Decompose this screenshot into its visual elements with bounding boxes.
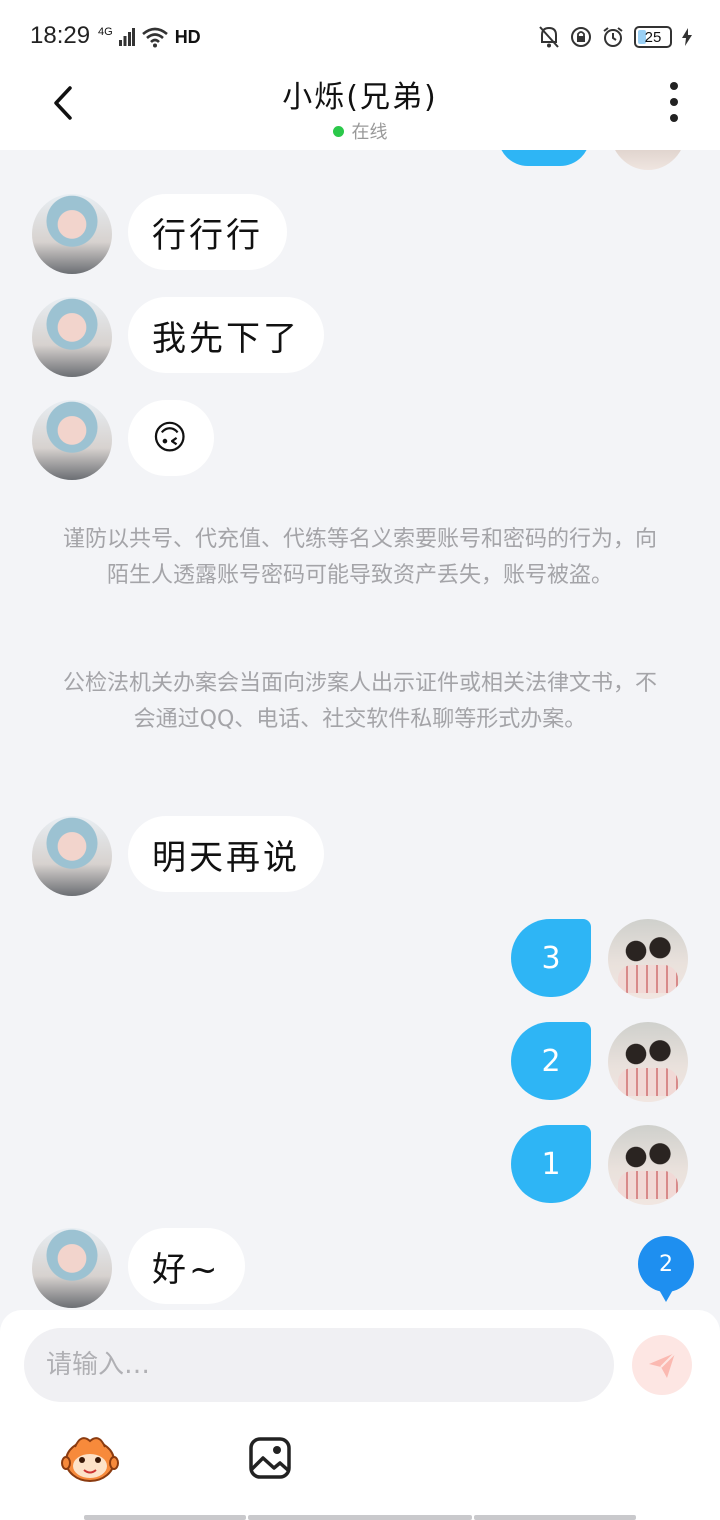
self-avatar[interactable] xyxy=(608,1125,688,1205)
status-left-icons: 4G HD xyxy=(98,24,201,50)
sticker-button[interactable] xyxy=(60,1428,120,1488)
message-bubble-outgoing[interactable]: 3 xyxy=(511,919,591,997)
nav-indicator xyxy=(248,1515,472,1520)
paper-plane-icon xyxy=(649,1352,676,1378)
charging-icon xyxy=(682,28,692,46)
online-dot-icon xyxy=(332,125,344,137)
more-dot-icon xyxy=(670,98,678,106)
security-notice-1: 谨防以共号、代充值、代练等名义索要账号和密码的行为，向陌生人透露账号密码可能导致… xyxy=(62,527,657,588)
message-bubble-outgoing-partial[interactable] xyxy=(498,150,590,166)
message-list[interactable]: 行行行 我先下了 🙃 谨防以共号、代充值、代练等名义索要账号和密码的行为，向陌生… xyxy=(0,150,720,1310)
more-options-button[interactable] xyxy=(662,82,686,122)
self-avatar-partial[interactable] xyxy=(610,150,686,170)
friend-avatar[interactable] xyxy=(32,1228,112,1308)
message-bubble-incoming[interactable]: 行行行 xyxy=(128,194,287,270)
status-time: 18:29 xyxy=(30,22,91,49)
bell-muted-icon xyxy=(539,26,559,48)
message-bubble-outgoing[interactable]: 1 xyxy=(511,1125,591,1203)
battery-level: 25 xyxy=(644,28,662,46)
wifi-icon xyxy=(141,27,168,48)
message-bubble-incoming[interactable]: 我先下了 xyxy=(128,297,324,373)
security-notice-2: 公检法机关办案会当面向涉案人出示证件或相关法律文书，不会通过QQ、电话、社交软件… xyxy=(62,671,657,732)
unread-badge[interactable]: 2 xyxy=(638,1236,694,1302)
friend-avatar[interactable] xyxy=(32,816,112,896)
message-bubble-incoming[interactable]: 🙃 xyxy=(128,400,215,476)
friend-avatar[interactable] xyxy=(32,194,112,274)
message-bubble-incoming[interactable]: 明天再说 xyxy=(128,816,324,892)
nav-indicator xyxy=(84,1515,246,1520)
alarm-icon xyxy=(603,27,623,47)
chat-header: 小烁(兄弟) 在线 xyxy=(0,72,720,150)
battery-icon: 25 xyxy=(634,26,672,48)
friend-avatar[interactable] xyxy=(32,297,112,377)
message-bubble-outgoing[interactable]: 2 xyxy=(511,1022,591,1100)
status-right-icons: 25 xyxy=(538,24,692,50)
status-bar: 18:29 4G HD 25 xyxy=(0,0,720,72)
message-bubble-incoming[interactable]: 好~ xyxy=(128,1228,245,1304)
mascot-sticker-icon xyxy=(61,1437,119,1482)
lock-rotation-icon xyxy=(571,27,591,47)
presence-status: 在线 xyxy=(332,118,388,144)
self-avatar[interactable] xyxy=(608,1022,688,1102)
contact-name[interactable]: 小烁(兄弟) xyxy=(0,72,720,116)
more-dot-icon xyxy=(670,82,678,90)
title-wrap: 小烁(兄弟) 在线 xyxy=(0,72,720,144)
nav-indicator xyxy=(474,1515,636,1520)
signal-icon xyxy=(118,28,135,46)
self-avatar[interactable] xyxy=(608,919,688,999)
send-button[interactable] xyxy=(632,1335,692,1395)
image-icon xyxy=(249,1437,291,1479)
friend-avatar[interactable] xyxy=(32,400,112,480)
composer xyxy=(0,1310,720,1520)
presence-label: 在线 xyxy=(351,122,388,143)
network-label: 4G xyxy=(98,26,113,38)
image-button[interactable] xyxy=(240,1428,300,1488)
wifi-hd-label: HD xyxy=(174,26,201,47)
message-input[interactable] xyxy=(24,1328,614,1402)
more-dot-icon xyxy=(670,114,678,122)
